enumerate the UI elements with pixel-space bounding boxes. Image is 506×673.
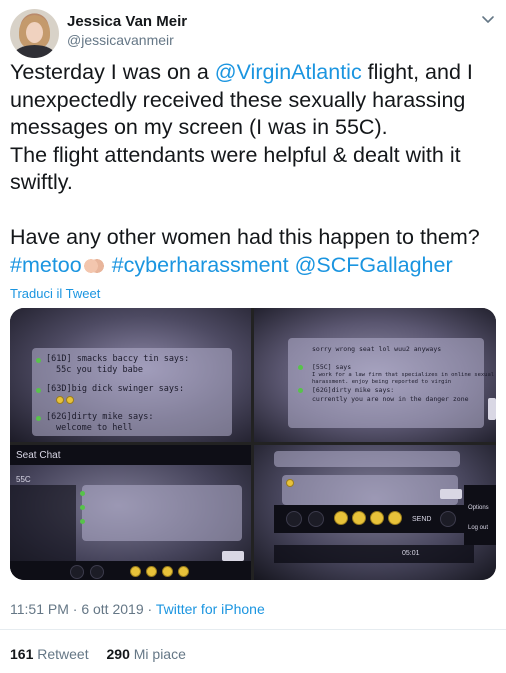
photo-1[interactable]: [61D] smacks baccy tin says: 55c you tid… [10, 308, 251, 442]
tweet-text-line: unexpectedly received these sexually har… [10, 87, 466, 112]
source-link[interactable]: Twitter for iPhone [156, 601, 265, 617]
engagement-stats: 161 Retweet 290 Mi piace [10, 646, 186, 662]
photo-3[interactable]: Seat Chat 55C [10, 445, 251, 580]
photo-4[interactable]: Options Log out SEND 05:01 [254, 445, 496, 580]
chat-message-body: currently you are now in the danger zone [312, 395, 469, 403]
chat-message-sender: [62G]dirty mike says: [46, 412, 154, 422]
tweet-text-segment: flight, and I [361, 60, 473, 84]
emoji-icon [334, 511, 348, 525]
seat-chat-title: Seat Chat [16, 450, 61, 461]
like-stat[interactable]: 290 Mi piace [107, 646, 186, 662]
retweet-stat[interactable]: 161 Retweet [10, 646, 89, 662]
chat-message-sender: [55C] says [312, 363, 352, 371]
chat-message-sender: [63D]big dick swinger says: [46, 384, 185, 394]
send-label: SEND [412, 516, 432, 523]
photo-2[interactable]: sorry wrong seat lol wuu2 anyways [55C] … [254, 308, 496, 442]
emoji-icon [66, 396, 74, 404]
user-handle[interactable]: @jessicavanmeir [67, 32, 174, 48]
chat-message-body: sorry wrong seat lol wuu2 anyways [312, 345, 442, 353]
options-label: Options [468, 505, 489, 511]
media-grid: [61D] smacks baccy tin says: 55c you tid… [10, 308, 496, 580]
tweet-timestamp: 11:51 PM · 6 ott 2019 · Twitter for iPho… [10, 601, 265, 617]
chat-message-body: harassment. enjoy being reported to virg… [312, 379, 452, 385]
emoji-icon [286, 479, 294, 487]
hashtag-link[interactable]: #cyberharassment [112, 253, 289, 277]
emoji-icon [370, 511, 384, 525]
chat-message-sender: [62G]dirty mike says: [312, 386, 395, 394]
emoji-icon [146, 566, 157, 577]
separator: · [143, 601, 156, 617]
display-name[interactable]: Jessica Van Meir [67, 13, 187, 30]
translate-tweet-link[interactable]: Traduci il Tweet [10, 286, 100, 301]
seat-number: 55C [16, 475, 31, 484]
chat-message-body: welcome to hell [56, 423, 133, 433]
tweet-text-line: Have any other women had this happen to … [10, 225, 480, 249]
tweet-text-line: The flight attendants were helpful & dea… [10, 142, 461, 167]
mention-link[interactable]: @VirginAtlantic [215, 60, 362, 84]
chat-message-body: I work for a law firm that specializes i… [312, 372, 495, 378]
emoji-icon [130, 566, 141, 577]
like-count: 290 [106, 646, 130, 662]
tweet-text: Yesterday I was on a @VirginAtlantic fli… [10, 59, 496, 279]
emoji-icon [178, 566, 189, 577]
logout-label: Log out [468, 525, 489, 531]
raised-hands-emoji-icon [83, 254, 104, 275]
clock-label: 05:01 [402, 550, 420, 557]
tweet-text-line: messages on my screen (I was in 55C). [10, 115, 388, 139]
avatar[interactable] [10, 9, 59, 58]
like-label: Mi piace [133, 646, 186, 662]
chat-message-sender: [61D] smacks baccy tin says: [46, 354, 190, 364]
mention-link[interactable]: @SCFGallagher [295, 253, 453, 277]
divider [0, 629, 506, 630]
tweet-text-line: swiftly. [10, 170, 73, 194]
emoji-icon [352, 511, 366, 525]
emoji-icon [388, 511, 402, 525]
hashtag-link[interactable]: #metoo [10, 253, 82, 277]
retweet-label: Retweet [37, 646, 89, 662]
tweet: Jessica Van Meir @jessicavanmeir Yesterd… [0, 0, 506, 673]
tweet-text-segment: Yesterday I was on a [10, 60, 215, 84]
timestamp-text[interactable]: 11:51 PM · 6 ott 2019 [10, 601, 144, 617]
chat-message-body: 55c you tidy babe [56, 365, 143, 375]
chevron-down-icon[interactable] [481, 14, 495, 26]
retweet-count: 161 [10, 646, 34, 662]
emoji-icon [56, 396, 64, 404]
emoji-icon [162, 566, 173, 577]
